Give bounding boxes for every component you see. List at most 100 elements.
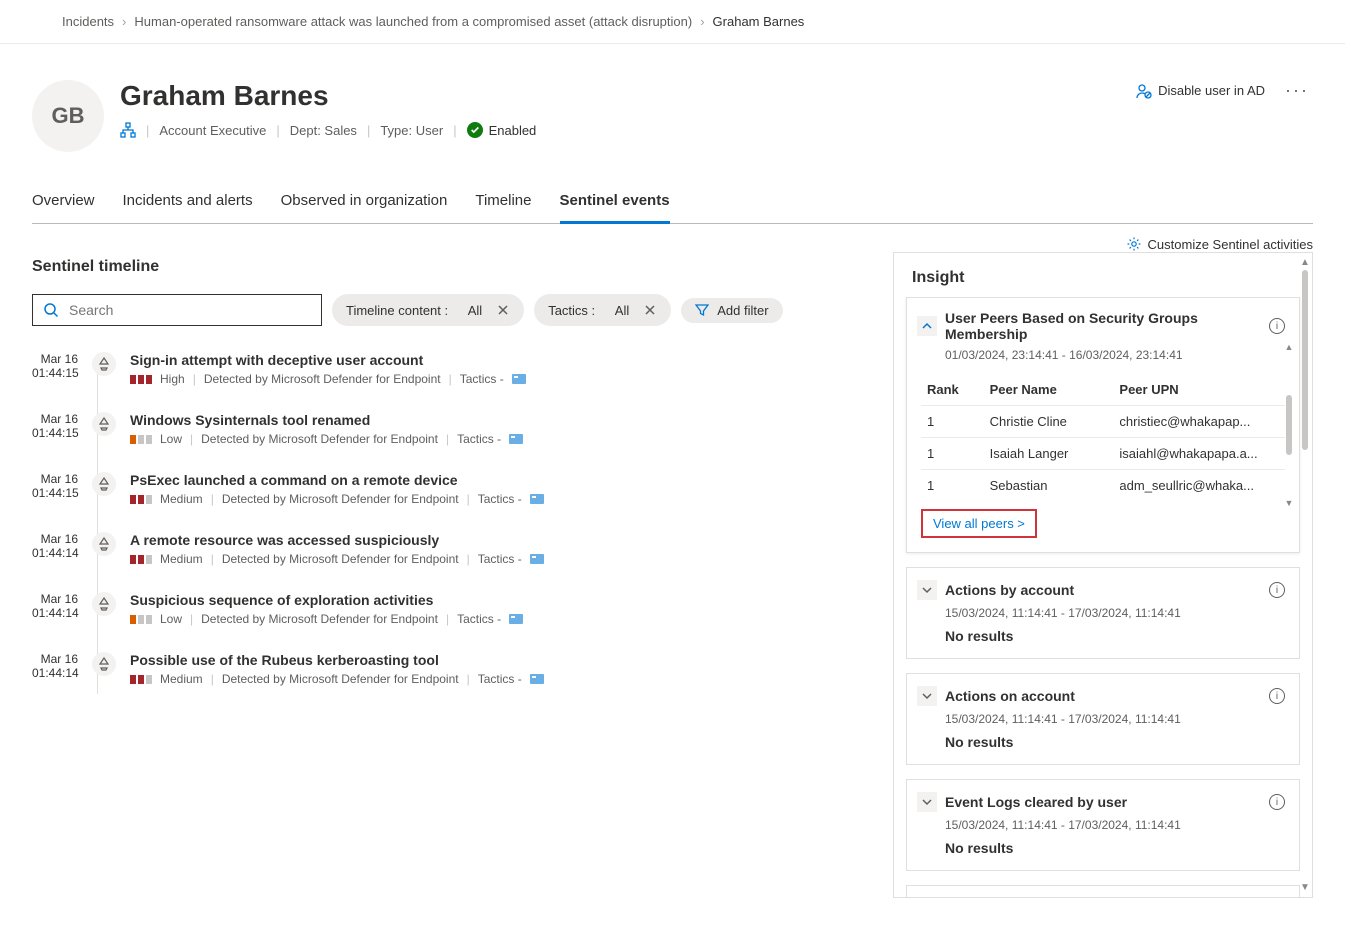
col-rank[interactable]: Rank [921, 374, 984, 406]
timeline-item[interactable]: Mar 1601:44:14 Suspicious sequence of ex… [32, 584, 863, 644]
timeline-item-title[interactable]: A remote resource was accessed suspiciou… [130, 532, 544, 548]
info-icon[interactable]: i [1269, 794, 1285, 810]
card-toggle[interactable]: Group additions i [907, 886, 1299, 897]
tab-overview[interactable]: Overview [32, 192, 95, 224]
tactics-label: Tactics - [478, 492, 522, 506]
card-toggle[interactable]: Actions by account i [907, 568, 1299, 606]
insight-card: Actions by account i 15/03/2024, 11:14:4… [906, 567, 1300, 659]
timeline-item[interactable]: Mar 1601:44:14 A remote resource was acc… [32, 524, 863, 584]
chevron-down-icon [917, 580, 937, 600]
insight-card: Event Logs cleared by user i 15/03/2024,… [906, 779, 1300, 871]
tactic-icon [509, 432, 523, 446]
no-results-label: No results [907, 626, 1299, 658]
check-icon [467, 122, 483, 138]
breadcrumb-incident-name[interactable]: Human-operated ransomware attack was lau… [134, 14, 692, 29]
chevron-down-icon [917, 792, 937, 812]
timeline-item[interactable]: Mar 1601:44:14 Possible use of the Rubeu… [32, 644, 863, 704]
timeline-item-title[interactable]: Possible use of the Rubeus kerberoasting… [130, 652, 544, 668]
card-toggle[interactable]: Actions on account i [907, 674, 1299, 712]
timeline-item-title[interactable]: Windows Sysinternals tool renamed [130, 412, 523, 428]
alert-icon [92, 472, 116, 496]
tab-observed[interactable]: Observed in organization [281, 192, 448, 224]
alert-icon [92, 532, 116, 556]
severity-label: Medium [160, 552, 203, 566]
gear-icon [1126, 236, 1142, 252]
user-disable-icon [1136, 83, 1152, 99]
severity-indicator [130, 615, 152, 624]
tab-incidents-alerts[interactable]: Incidents and alerts [123, 192, 253, 224]
org-hierarchy-icon[interactable] [120, 122, 136, 138]
clear-filter-button[interactable] [639, 299, 661, 321]
table-row[interactable]: 1Isaiah Langerisaiahl@whakapapa.a... [921, 438, 1285, 470]
info-icon[interactable]: i [1269, 318, 1285, 334]
filter-tactics[interactable]: Tactics : All [534, 294, 671, 326]
clear-filter-button[interactable] [492, 299, 514, 321]
chevron-down-icon [917, 686, 937, 706]
timeline-item-title[interactable]: Sign-in attempt with deceptive user acco… [130, 352, 526, 368]
search-input[interactable] [67, 301, 311, 319]
timeline-item-title[interactable]: PsExec launched a command on a remote de… [130, 472, 544, 488]
card-toggle[interactable]: User Peers Based on Security Groups Memb… [907, 298, 1299, 348]
info-icon[interactable]: i [1269, 688, 1285, 704]
scrollbar[interactable]: ▲▼ [1298, 253, 1312, 897]
timeline-timestamp: Mar 1601:44:14 [32, 652, 78, 680]
tactic-icon [530, 552, 544, 566]
user-type: Type: User [380, 123, 443, 138]
card-toggle[interactable]: Event Logs cleared by user i [907, 780, 1299, 818]
avatar: GB [32, 80, 104, 152]
tactic-icon [512, 372, 526, 386]
filter-icon [695, 303, 709, 317]
insight-header: Insight [894, 253, 1312, 297]
info-icon[interactable]: i [1269, 582, 1285, 598]
col-peer-name[interactable]: Peer Name [984, 374, 1114, 406]
tab-timeline[interactable]: Timeline [475, 192, 531, 224]
tactic-icon [530, 672, 544, 686]
timeline-item[interactable]: Mar 1601:44:15 Sign-in attempt with dece… [32, 344, 863, 404]
insight-card-peers: User Peers Based on Security Groups Memb… [906, 297, 1300, 553]
filter-timeline-content[interactable]: Timeline content : All [332, 294, 524, 326]
insight-card: Actions on account i 15/03/2024, 11:14:4… [906, 673, 1300, 765]
severity-label: Medium [160, 672, 203, 686]
chevron-up-icon [917, 316, 937, 336]
col-peer-upn[interactable]: Peer UPN [1113, 374, 1285, 406]
chevron-right-icon: › [122, 14, 126, 29]
severity-indicator [130, 435, 152, 444]
timeline-item[interactable]: Mar 1601:44:15 PsExec launched a command… [32, 464, 863, 524]
no-results-label: No results [907, 732, 1299, 764]
alert-icon [92, 352, 116, 376]
card-date-range: 15/03/2024, 11:14:41 - 17/03/2024, 11:14… [907, 818, 1299, 838]
alert-icon [92, 652, 116, 676]
insight-card: Group additions i [906, 885, 1300, 897]
table-row[interactable]: 1Sebastianadm_seullric@whaka... [921, 470, 1285, 502]
timeline-timestamp: Mar 1601:44:15 [32, 352, 78, 380]
card-date-range: 15/03/2024, 11:14:41 - 17/03/2024, 11:14… [907, 712, 1299, 732]
alert-icon [92, 412, 116, 436]
timeline-item-title[interactable]: Suspicious sequence of exploration activ… [130, 592, 523, 608]
more-actions-button[interactable]: ··· [1281, 80, 1313, 101]
tab-sentinel-events[interactable]: Sentinel events [560, 192, 670, 224]
breadcrumb-incidents[interactable]: Incidents [62, 14, 114, 29]
severity-label: Low [160, 612, 182, 626]
card-date-range: 15/03/2024, 11:14:41 - 17/03/2024, 11:14… [907, 606, 1299, 626]
view-all-peers-link[interactable]: View all peers > [921, 509, 1037, 538]
add-filter-button[interactable]: Add filter [681, 298, 782, 323]
severity-indicator [130, 495, 152, 504]
detection-source: Detected by Microsoft Defender for Endpo… [222, 492, 459, 506]
table-row[interactable]: 1Christie Clinechristiec@whakapap... [921, 406, 1285, 438]
breadcrumb-current: Graham Barnes [713, 14, 805, 29]
detection-source: Detected by Microsoft Defender for Endpo… [201, 432, 438, 446]
severity-label: Low [160, 432, 182, 446]
user-title: Account Executive [159, 123, 266, 138]
tactics-label: Tactics - [478, 672, 522, 686]
customize-activities-button[interactable]: Customize Sentinel activities [1126, 236, 1313, 252]
detection-source: Detected by Microsoft Defender for Endpo… [222, 672, 459, 686]
card-date-range: 01/03/2024, 23:14:41 - 16/03/2024, 23:14… [907, 348, 1299, 368]
detection-source: Detected by Microsoft Defender for Endpo… [222, 552, 459, 566]
scrollbar[interactable]: ▲▼ [1283, 342, 1295, 508]
no-results-label: No results [907, 838, 1299, 870]
search-input-wrapper[interactable] [32, 294, 322, 326]
status-badge: Enabled [467, 122, 537, 138]
timeline-item[interactable]: Mar 1601:44:15 Windows Sysinternals tool… [32, 404, 863, 464]
disable-user-button[interactable]: Disable user in AD [1136, 83, 1265, 99]
severity-label: Medium [160, 492, 203, 506]
